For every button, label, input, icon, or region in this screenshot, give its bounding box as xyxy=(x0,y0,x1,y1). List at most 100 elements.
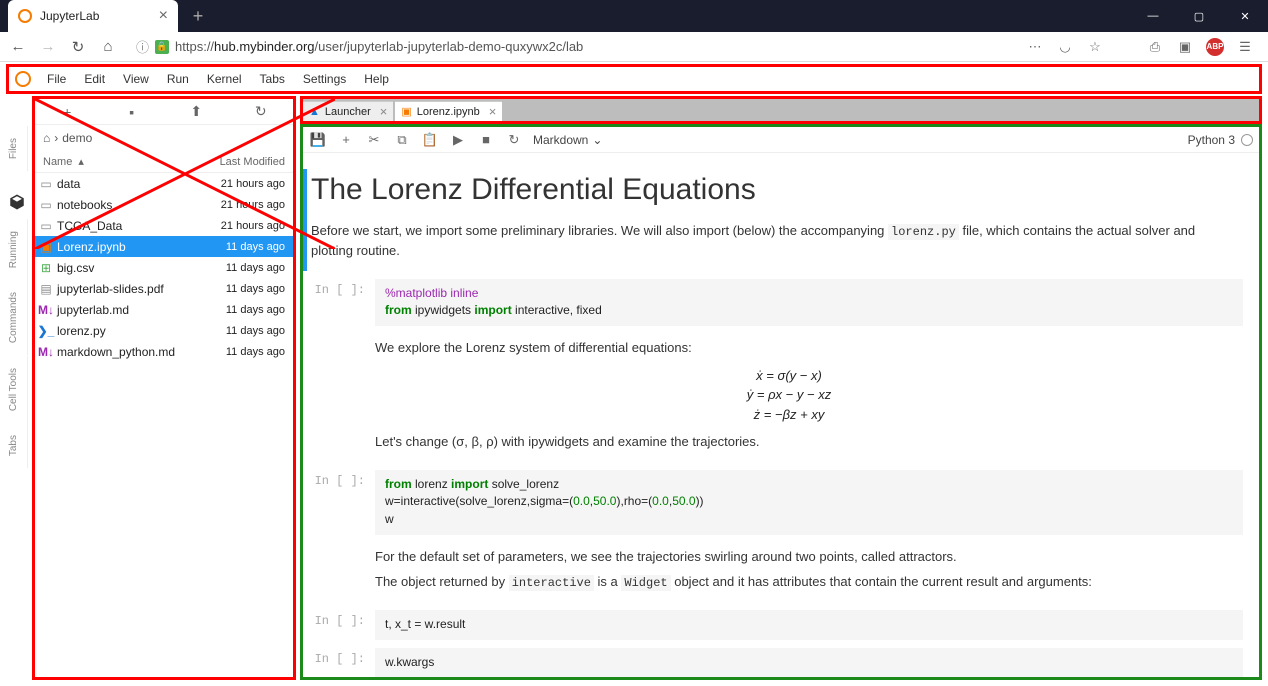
file-name: TCGA_Data xyxy=(57,219,203,233)
browser-tab[interactable]: JupyterLab × xyxy=(8,0,178,32)
kernel-indicator[interactable]: Python 3 xyxy=(1188,133,1253,147)
code-cell[interactable]: In [ ]: w.kwargs xyxy=(303,648,1243,677)
menu-view[interactable]: View xyxy=(115,70,157,88)
more-icon[interactable]: ⋯ xyxy=(1026,38,1044,56)
code-cell[interactable]: In [ ]: from lorenz import solve_lorenz … xyxy=(303,470,1243,535)
rail-running[interactable]: Running xyxy=(6,219,28,280)
window-minimize-button[interactable]: — xyxy=(1130,0,1176,32)
new-launcher-button[interactable]: + xyxy=(57,102,77,122)
file-row[interactable]: M↓markdown_python.md11 days ago xyxy=(35,341,293,362)
file-row[interactable]: ❯_lorenz.py11 days ago xyxy=(35,320,293,341)
cut-button[interactable]: ✂ xyxy=(365,131,383,149)
file-row[interactable]: M↓jupyterlab.md11 days ago xyxy=(35,299,293,320)
tab-close-icon[interactable]: × xyxy=(159,7,168,25)
notebook-icon: ▣ xyxy=(401,105,411,118)
code-cell[interactable]: In [ ]: t, x_t = w.result xyxy=(303,610,1243,640)
md-paragraph: Before we start, we import some prelimin… xyxy=(311,221,1203,261)
home-icon[interactable]: ⌂ xyxy=(43,131,50,145)
file-modified: 21 hours ago xyxy=(203,199,293,211)
library-icon[interactable]: ⎙ xyxy=(1146,38,1164,56)
file-name: jupyterlab-slides.pdf xyxy=(57,282,203,296)
restart-button[interactable]: ↻ xyxy=(505,131,523,149)
folder-icon: ▭ xyxy=(35,219,57,233)
file-name: notebooks xyxy=(57,198,203,212)
markdown-cell[interactable]: For the default set of parameters, we se… xyxy=(303,543,1243,603)
filebrowser-rows: ▭data21 hours ago▭notebooks21 hours ago▭… xyxy=(35,173,293,362)
file-modified: 11 days ago xyxy=(203,304,293,316)
upload-button[interactable]: ⬆ xyxy=(186,102,206,122)
hamburger-icon[interactable]: ☰ xyxy=(1236,38,1254,56)
file-name: lorenz.py xyxy=(57,324,203,338)
rail-celltools[interactable]: Cell Tools xyxy=(6,356,28,423)
file-row[interactable]: ▭data21 hours ago xyxy=(35,173,293,194)
stop-button[interactable]: ■ xyxy=(477,131,495,149)
sidebar-icon[interactable]: ▣ xyxy=(1176,38,1194,56)
menu-run[interactable]: Run xyxy=(159,70,197,88)
tab-lorenz[interactable]: ▣ Lorenz.ipynb × xyxy=(395,101,502,121)
breadcrumb[interactable]: ⌂ › demo xyxy=(35,125,293,151)
celltype-select[interactable]: Markdown⌄ xyxy=(533,133,602,147)
col-modified-label[interactable]: Last Modified xyxy=(203,156,293,168)
shield-icon[interactable]: ◡ xyxy=(1056,38,1074,56)
refresh-button[interactable]: ↻ xyxy=(251,102,271,122)
file-row[interactable]: ▣Lorenz.ipynb11 days ago xyxy=(35,236,293,257)
menubar-annotation: File Edit View Run Kernel Tabs Settings … xyxy=(6,64,1262,94)
file-row[interactable]: ▭notebooks21 hours ago xyxy=(35,194,293,215)
copy-button[interactable]: ⧉ xyxy=(393,131,411,149)
rail-tabs[interactable]: Tabs xyxy=(6,423,28,468)
cell-active-bar xyxy=(303,169,307,271)
new-tab-button[interactable]: + xyxy=(184,2,212,30)
file-row[interactable]: ▤jupyterlab-slides.pdf11 days ago xyxy=(35,278,293,299)
tab-label: Lorenz.ipynb xyxy=(417,106,480,118)
menu-edit[interactable]: Edit xyxy=(76,70,113,88)
tab-title: JupyterLab xyxy=(40,9,99,23)
window-maximize-button[interactable]: ▢ xyxy=(1176,0,1222,32)
menu-kernel[interactable]: Kernel xyxy=(199,70,250,88)
tab-close-icon[interactable]: × xyxy=(380,104,388,119)
insert-cell-button[interactable]: + xyxy=(337,131,355,149)
markdown-cell[interactable]: We explore the Lorenz system of differen… xyxy=(303,334,1243,462)
menu-settings[interactable]: Settings xyxy=(295,70,354,88)
code-cell[interactable]: In [ ]: %matplotlib inline from ipywidge… xyxy=(303,279,1243,327)
info-icon[interactable]: ⓘ xyxy=(136,37,149,56)
tab-close-icon[interactable]: × xyxy=(489,104,497,119)
menu-help[interactable]: Help xyxy=(356,70,397,88)
browser-titlebar: JupyterLab × + — ▢ ✕ xyxy=(0,0,1268,32)
md-paragraph: Let's change (σ, β, ρ) with ipywidgets a… xyxy=(375,432,1203,452)
kernel-status-icon xyxy=(1241,134,1253,146)
rail-commands[interactable]: Commands xyxy=(6,280,28,355)
notebook-content[interactable]: The Lorenz Differential Equations Before… xyxy=(303,153,1259,677)
file-modified: 11 days ago xyxy=(203,325,293,337)
save-button[interactable]: 💾 xyxy=(309,131,327,149)
markdown-cell[interactable]: The Lorenz Differential Equations Before… xyxy=(303,169,1243,271)
window-controls: — ▢ ✕ xyxy=(1130,0,1268,32)
tab-launcher[interactable]: ▲ Launcher × xyxy=(303,101,393,121)
forward-button[interactable]: → xyxy=(38,37,58,57)
breadcrumb-item[interactable]: demo xyxy=(62,131,92,145)
menu-file[interactable]: File xyxy=(39,70,74,88)
new-folder-button[interactable]: ▪ xyxy=(122,102,142,122)
file-modified: 21 hours ago xyxy=(203,178,293,190)
rail-files[interactable]: Files xyxy=(6,126,28,171)
in-prompt: In [ ]: xyxy=(303,610,375,640)
file-row[interactable]: ▭TCGA_Data21 hours ago xyxy=(35,215,293,236)
menu-tabs[interactable]: Tabs xyxy=(252,70,293,88)
file-row[interactable]: ⊞big.csv11 days ago xyxy=(35,257,293,278)
home-button[interactable]: ⌂ xyxy=(98,37,118,57)
bookmark-icon[interactable]: ☆ xyxy=(1086,38,1104,56)
md-icon: M↓ xyxy=(35,303,57,317)
paste-button[interactable]: 📋 xyxy=(421,131,439,149)
file-modified: 11 days ago xyxy=(203,262,293,274)
reload-button[interactable]: ↻ xyxy=(68,37,88,57)
sort-icon[interactable]: ▴ xyxy=(78,155,84,168)
window-close-button[interactable]: ✕ xyxy=(1222,0,1268,32)
url-box[interactable]: ⓘ 🔒 https://hub.mybinder.org/user/jupyte… xyxy=(128,37,1016,56)
col-name-label[interactable]: Name xyxy=(43,156,72,168)
equations: ẋ = σ(y − x) ẏ = ρx − y − xz ż = −βz + x… xyxy=(375,366,1203,425)
file-name: data xyxy=(57,177,203,191)
run-button[interactable]: ▶ xyxy=(449,131,467,149)
url-scheme: https xyxy=(175,39,203,54)
back-button[interactable]: ← xyxy=(8,37,28,57)
tab-strip: ▲ Launcher × ▣ Lorenz.ipynb × xyxy=(303,99,1259,121)
abp-icon[interactable]: ABP xyxy=(1206,38,1224,56)
